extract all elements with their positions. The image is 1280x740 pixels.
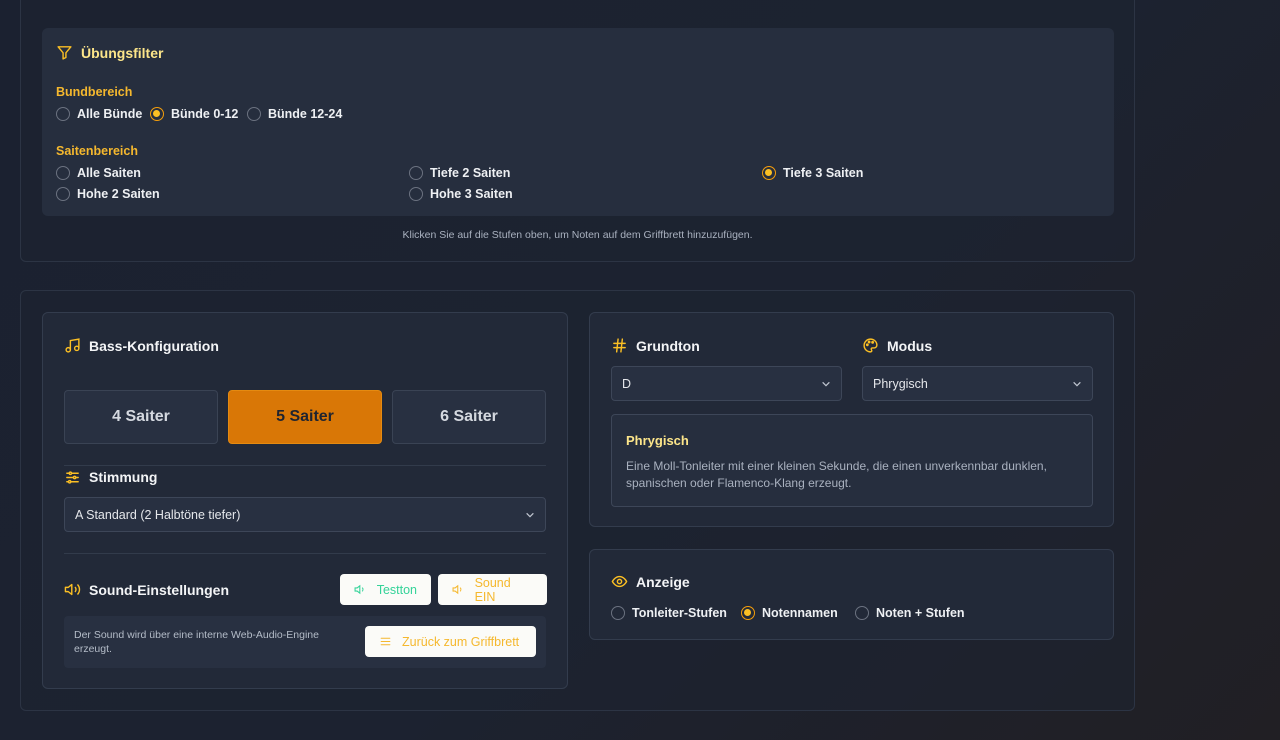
bass-config-heading: Bass-Konfiguration [64, 337, 219, 354]
test-tone-button[interactable]: Testton [340, 574, 431, 605]
bass-6-string-button[interactable]: 6 Saiter [392, 390, 546, 444]
radio-dot[interactable] [150, 107, 164, 121]
string-option-high-3[interactable]: Hohe 3 Saiten [409, 187, 513, 201]
fret-option-0-12[interactable]: Bünde 0-12 [150, 107, 238, 121]
tuning-value: A Standard (2 Halbtöne tiefer) [75, 507, 241, 522]
root-select[interactable]: D [611, 366, 842, 401]
chevron-down-icon [822, 381, 830, 387]
filter-panel: Übungsfilter Bundbereich Alle Bünde Bünd… [42, 28, 1114, 216]
sound-note: Der Sound wird über eine interne Web-Aud… [74, 629, 319, 655]
divider [64, 465, 546, 466]
display-title: Anzeige [636, 573, 690, 590]
tuning-select[interactable]: A Standard (2 Halbtöne tiefer) [64, 497, 546, 532]
mode-heading: Modus [862, 337, 932, 354]
mode-title: Modus [887, 337, 933, 354]
radio-dot[interactable] [741, 606, 755, 620]
fret-option-all[interactable]: Alle Bünde [56, 107, 142, 121]
display-option-notes-degrees[interactable]: Noten + Stufen [855, 606, 965, 620]
string-option-low-3[interactable]: Tiefe 3 Saiten [762, 166, 863, 180]
radio-dot[interactable] [56, 187, 70, 201]
sound-toggle-button[interactable]: Sound EIN [438, 574, 547, 605]
sound-title: Sound-Einstellungen [89, 581, 229, 598]
eye-icon [611, 573, 628, 590]
tuning-title: Stimmung [89, 469, 158, 485]
radio-dot[interactable] [855, 606, 869, 620]
mode-select[interactable]: Phrygisch [862, 366, 1093, 401]
hash-icon [611, 337, 628, 354]
radio-dot[interactable] [762, 166, 776, 180]
filter-hint: Klicken Sie auf die Stufen oben, um Note… [402, 229, 753, 241]
radio-dot[interactable] [247, 107, 261, 121]
display-panel: Anzeige Tonleiter-Stufen Notennamen Note… [589, 549, 1114, 640]
root-heading: Grundton [611, 337, 700, 354]
speaker-icon [64, 581, 81, 598]
filter-heading: Übungsfilter [56, 44, 163, 61]
string-option-high-2[interactable]: Hohe 2 Saiten [56, 187, 160, 201]
settings-card: Bass-Konfiguration 4 Saiter 5 Saiter 6 S… [20, 290, 1135, 711]
root-title: Grundton [636, 337, 700, 354]
display-heading: Anzeige [611, 573, 690, 590]
speaker-icon [354, 584, 364, 595]
divider [64, 553, 546, 554]
sound-info-box: Der Sound wird über eine interne Web-Aud… [64, 616, 546, 668]
filter-card: Übungsfilter Bundbereich Alle Bünde Bünd… [20, 0, 1135, 262]
bass-5-string-button[interactable]: 5 Saiter [228, 390, 382, 444]
speaker-icon [452, 584, 462, 595]
music-note-icon [64, 337, 81, 354]
tuning-heading: Stimmung [64, 468, 157, 486]
sliders-icon [380, 637, 391, 646]
mode-info-box: Phrygisch Eine Moll-Tonleiter mit einer … [611, 414, 1093, 507]
mode-info-text: Eine Moll-Tonleiter mit einer kleinen Se… [626, 459, 1047, 490]
filter-icon [56, 44, 73, 61]
string-option-all[interactable]: Alle Saiten [56, 166, 141, 180]
radio-dot[interactable] [409, 187, 423, 201]
bass-config-panel: Bass-Konfiguration 4 Saiter 5 Saiter 6 S… [42, 312, 568, 689]
display-option-degrees[interactable]: Tonleiter-Stufen [611, 606, 727, 620]
back-to-fretboard-button[interactable]: Zurück zum Griffbrett [365, 626, 536, 657]
filter-title: Übungsfilter [81, 44, 164, 61]
mode-info-title: Phrygisch [626, 433, 689, 448]
fret-range-label: Bundbereich [56, 85, 133, 99]
radio-dot[interactable] [56, 166, 70, 180]
string-range-label: Saitenbereich [56, 144, 138, 158]
sliders-icon [64, 469, 81, 486]
radio-dot[interactable] [56, 107, 70, 121]
scale-panel: Grundton D Modus Phrygisch Phrygisch Ein… [589, 312, 1114, 527]
radio-dot[interactable] [611, 606, 625, 620]
mode-value: Phrygisch [873, 376, 928, 391]
string-option-low-2[interactable]: Tiefe 2 Saiten [409, 166, 510, 180]
root-value: D [622, 376, 632, 391]
sound-heading: Sound-Einstellungen [64, 581, 229, 598]
chevron-down-icon [1073, 381, 1081, 387]
radio-dot[interactable] [409, 166, 423, 180]
chevron-down-icon [526, 512, 534, 518]
bass-config-title: Bass-Konfiguration [89, 337, 219, 354]
fret-option-12-24[interactable]: Bünde 12-24 [247, 107, 342, 121]
display-option-note-names[interactable]: Notennamen [741, 606, 838, 620]
palette-icon [862, 337, 879, 354]
bass-4-string-button[interactable]: 4 Saiter [64, 390, 218, 444]
